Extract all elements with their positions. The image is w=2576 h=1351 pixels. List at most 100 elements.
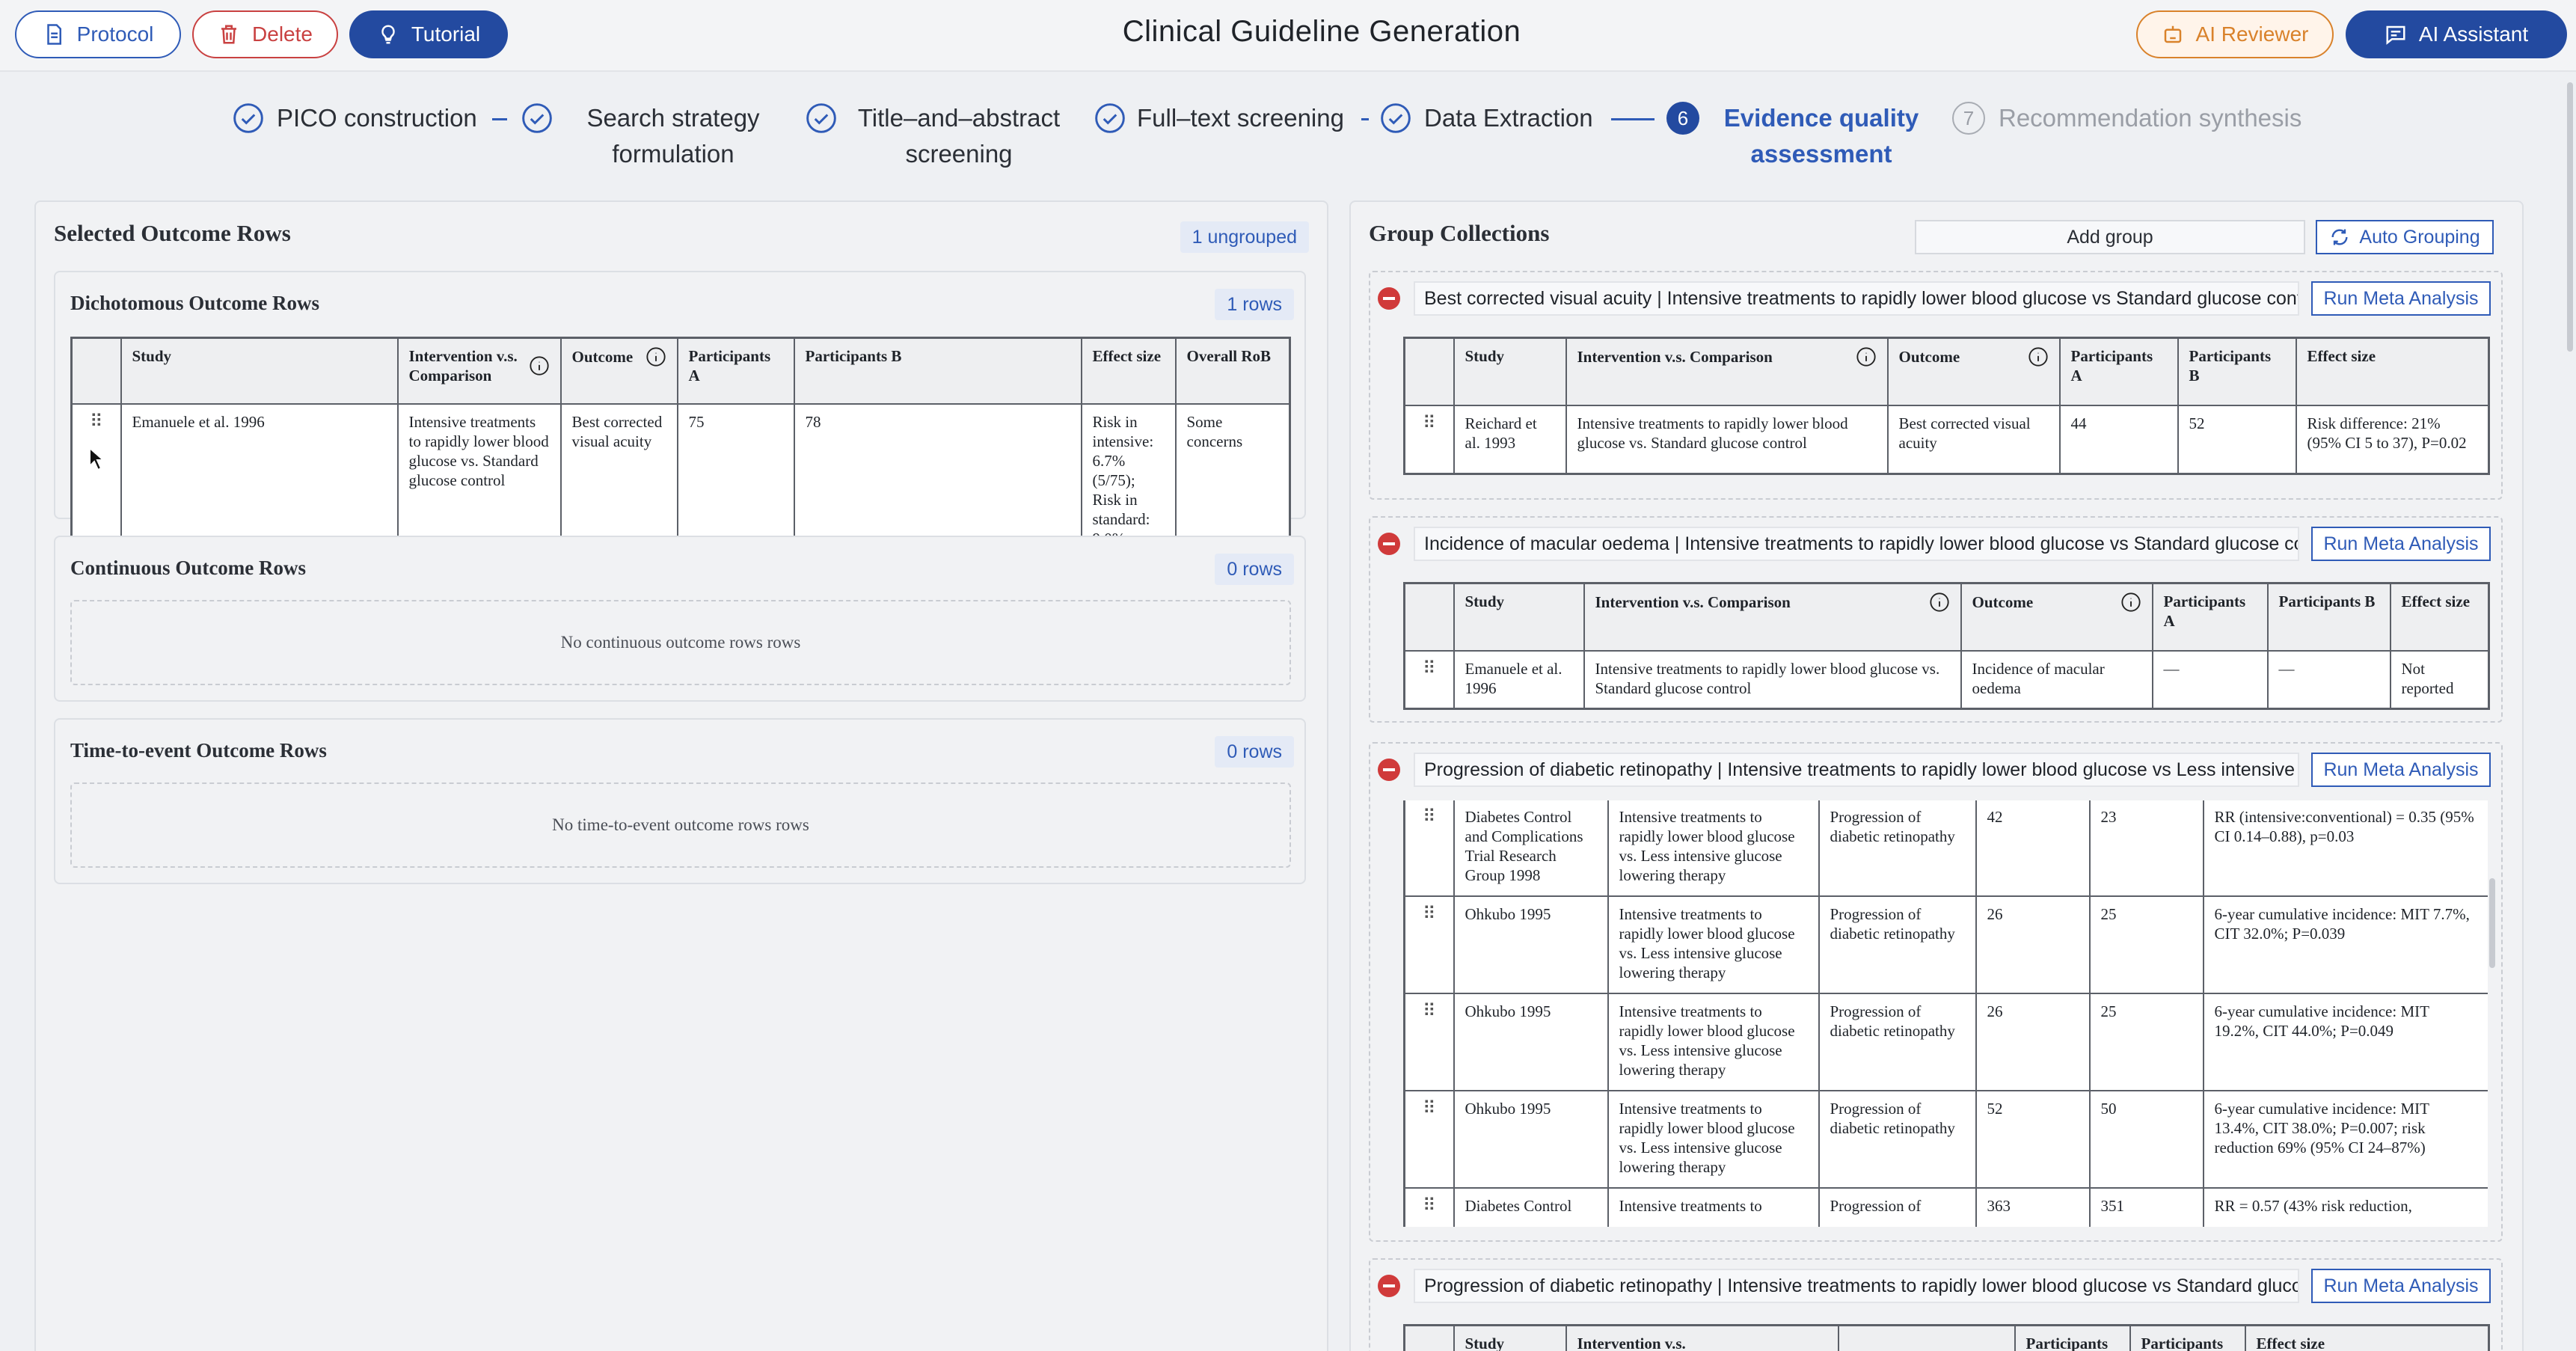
delete-button[interactable]: Delete [192, 10, 338, 58]
cell-participants-b: 351 [2088, 1186, 2204, 1227]
cell-participants-a: 26 [1975, 895, 2091, 994]
remove-group-icon[interactable] [1378, 533, 1400, 555]
ai-assistant-label: AI Assistant [2418, 22, 2529, 46]
info-icon[interactable] [645, 346, 666, 367]
section-title: Dichotomous Outcome Rows [70, 292, 319, 314]
drag-handle-icon[interactable]: ⠿ [1403, 895, 1455, 994]
info-icon[interactable] [1856, 346, 1877, 367]
run-meta-analysis-button[interactable]: Run Meta Analysis [2311, 753, 2491, 787]
refresh-icon [2331, 229, 2348, 245]
step-number: 7 [1963, 106, 1975, 129]
step-label: formulation [612, 140, 735, 168]
robot-icon [2164, 25, 2181, 43]
step-full-text[interactable]: Full–text screening [1137, 100, 1344, 136]
col-label: Outcome [571, 348, 634, 366]
group-label: Progression of diabetic retinopathy | In… [1414, 753, 2299, 787]
table-row[interactable]: ⠿ Diabetes Control Intensive treatments … [1403, 1186, 2488, 1227]
panel-title: Group Collections [1369, 220, 1550, 246]
group-table: Study Intervention v.s. Comparison Outco… [1403, 582, 2490, 710]
group-label: Incidence of macular oedema | Intensive … [1414, 527, 2299, 561]
remove-group-icon[interactable] [1378, 759, 1400, 781]
check-circle-icon [1381, 103, 1411, 133]
run-meta-analysis-button[interactable]: Run Meta Analysis [2311, 527, 2491, 561]
section-title: Time-to-event Outcome Rows [70, 739, 327, 762]
table-row[interactable]: ⠿ Emanuele et al. 1996 Intensive treatme… [1403, 649, 2490, 710]
col-study: Study [1453, 1324, 1567, 1351]
run-meta-analysis-button[interactable]: Run Meta Analysis [2311, 1269, 2491, 1303]
document-icon [46, 24, 61, 45]
trash-icon [221, 25, 237, 44]
remove-group-icon[interactable] [1378, 287, 1400, 310]
ai-reviewer-label: AI Reviewer [2195, 22, 2309, 46]
group-card: Progression of diabetic retinopathy | In… [1369, 742, 2503, 1242]
step-evidence-quality[interactable]: Evidence quality assessment [1713, 100, 1930, 172]
group-table-scroll[interactable]: ⠿ Diabetes Control and Complications Tri… [1403, 800, 2488, 1227]
check-circle-icon [233, 103, 263, 133]
drag-handle-icon[interactable]: ⠿ [1403, 992, 1455, 1091]
drag-handle-icon[interactable]: ⠿ [1403, 800, 1455, 897]
ai-assistant-button[interactable]: AI Assistant [2346, 10, 2567, 58]
step-number: 6 [1677, 106, 1689, 129]
cell-intervention: Intensive treatments to rapidly lower bl… [1607, 992, 1820, 1091]
chat-icon [2386, 25, 2405, 45]
step-title-abstract[interactable]: Title–and–abstract screening [847, 100, 1071, 172]
run-meta-analysis-button[interactable]: Run Meta Analysis [2311, 281, 2491, 316]
drag-handle-icon[interactable]: ⠿ [1403, 404, 1455, 475]
step-label: Search strategy [586, 104, 760, 132]
auto-grouping-label: Auto Grouping [2359, 226, 2480, 248]
cell-participants-b: 50 [2088, 1089, 2204, 1189]
table-scrollbar[interactable] [2489, 878, 2495, 968]
info-icon[interactable] [2120, 592, 2141, 613]
cell-outcome: Progression of diabetic retinopathy [1818, 992, 1977, 1091]
tutorial-button[interactable]: Tutorial [349, 10, 508, 58]
step-pico[interactable]: PICO construction [277, 100, 477, 136]
info-icon[interactable] [2028, 346, 2049, 367]
cell-participants-b: 25 [2088, 895, 2204, 994]
page-scrollbar[interactable] [2567, 82, 2573, 352]
cell-intervention: Intensive treatments to rapidly lower bl… [1583, 649, 1962, 710]
empty-state: No time-to-event outcome rows rows [70, 782, 1291, 868]
col-outcome: Outcome [1960, 582, 2153, 652]
col-label: Intervention v.s. Comparison [408, 347, 518, 385]
col-participants-a: Participants A [2151, 582, 2269, 652]
col-participants-b: Participants [2129, 1324, 2246, 1351]
info-icon[interactable] [1929, 592, 1950, 613]
remove-group-icon[interactable] [1378, 1275, 1400, 1297]
cell-participants-b: — [2266, 649, 2391, 710]
step-label: Data Extraction [1424, 104, 1593, 132]
cell-participants-a: 52 [1975, 1089, 2091, 1189]
col-label: Intervention v.s. Comparison [1577, 348, 1773, 366]
drag-handle-icon[interactable]: ⠿ [1403, 1089, 1455, 1189]
step-search-strategy[interactable]: Search strategy formulation [576, 100, 770, 172]
info-icon[interactable] [529, 355, 550, 376]
step-connector [1361, 118, 1369, 120]
cell-intervention: Intensive treatments to rapidly lower bl… [1607, 1089, 1820, 1189]
col-effect-size: Effect size [2295, 337, 2490, 406]
cell-intervention: Intensive treatments to [1607, 1186, 1820, 1227]
add-group-button[interactable]: Add group [1915, 220, 2305, 254]
ai-reviewer-button[interactable]: AI Reviewer [2136, 10, 2334, 58]
table-row[interactable]: ⠿ Ohkubo 1995 Intensive treatments to ra… [1403, 895, 2488, 994]
check-circle-icon [522, 103, 552, 133]
table-row[interactable]: ⠿ Diabetes Control and Complications Tri… [1403, 800, 2488, 897]
col-label: Intervention v.s. Comparison [1595, 593, 1791, 611]
step-data-extraction[interactable]: Data Extraction [1424, 100, 1593, 136]
table-row[interactable]: ⠿ Reichard et al. 1993 Intensive treatme… [1403, 404, 2490, 475]
drag-handle-icon[interactable]: ⠿ [1403, 649, 1455, 710]
col-outcome: Outcome [1886, 337, 2061, 406]
drag-handle-icon[interactable]: ⠿ [1403, 1186, 1455, 1227]
step-label: PICO construction [277, 104, 477, 132]
col-handle [1403, 337, 1455, 406]
table-row[interactable]: ⠿ Ohkubo 1995 Intensive treatments to ra… [1403, 1089, 2488, 1189]
step-label: assessment [1750, 140, 1892, 168]
cell-study: Emanuele et al. 1996 [1453, 649, 1585, 710]
step-recommendation[interactable]: Recommendation synthesis [1999, 100, 2301, 136]
col-participants-b: Participants B [793, 337, 1082, 405]
protocol-button[interactable]: Protocol [15, 10, 181, 58]
delete-label: Delete [252, 22, 313, 46]
col-effect-size: Effect size [1080, 337, 1177, 405]
col-participants-a: Participants A [676, 337, 795, 405]
cell-intervention: Intensive treatments to rapidly lower bl… [1565, 404, 1889, 475]
table-row[interactable]: ⠿ Ohkubo 1995 Intensive treatments to ra… [1403, 992, 2488, 1091]
auto-grouping-button[interactable]: Auto Grouping [2316, 220, 2494, 254]
